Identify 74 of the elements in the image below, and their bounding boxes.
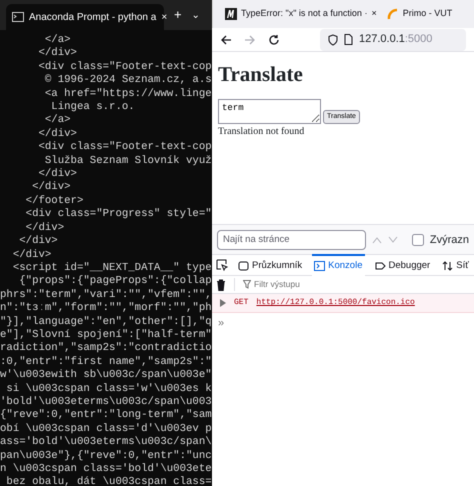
- terminal-line: <div class="Progress" style=": [24, 208, 212, 222]
- terminal-line: </div>: [37, 47, 78, 61]
- terminal-line: </a>: [44, 114, 72, 128]
- terminal-line: © 1996-2024 Seznam.cz, a.s: [44, 74, 212, 88]
- devtools-tab[interactable]: Průzkumník: [236, 254, 304, 276]
- close-button[interactable]: ×: [161, 10, 168, 24]
- prompt-symbol[interactable]: »: [218, 317, 224, 330]
- browser-tab[interactable]: Primo - VUT: [382, 2, 456, 26]
- terminal-line: </div>: [37, 168, 78, 181]
- console-icon: [314, 260, 326, 272]
- back-icon[interactable]: [220, 34, 232, 46]
- filter-field[interactable]: Filtr výstupu: [234, 278, 300, 292]
- terminal-tab[interactable]: Anaconda Prompt - python a ×: [6, 4, 164, 30]
- terminal-line: si \u003cspan class='w'\u003es k: [5, 382, 212, 396]
- devtools-tab[interactable]: Síť: [440, 254, 471, 276]
- url-text: 127.0.0.1:5000: [359, 32, 432, 48]
- tag-icon: [374, 260, 386, 272]
- terminal-icon: [12, 12, 24, 22]
- page-heading: Translate: [218, 62, 304, 88]
- request-method: GET: [234, 297, 248, 310]
- terminal-line: {"reve":0,"entr":"long-term","sam: [0, 409, 212, 423]
- devtools-tab[interactable]: Debugger: [372, 254, 432, 276]
- arc-icon: [386, 8, 399, 20]
- tab-title: Anaconda Prompt - python a: [29, 10, 156, 24]
- url-link[interactable]: http://127.0.0.1:5000/favicon.ico: [256, 297, 415, 310]
- text-area[interactable]: term: [218, 99, 321, 124]
- close-button[interactable]: ×: [371, 7, 377, 21]
- terminal-line: obí \u003cspan class='d'\u003ev p: [0, 422, 212, 436]
- terminal-line: <a href="https://www.linge: [44, 88, 212, 101]
- address-bar[interactable]: 127.0.0.1:5000: [320, 28, 466, 50]
- site-icon: [225, 8, 237, 20]
- find-field[interactable]: Najít na stránce: [217, 230, 366, 250]
- terminal-line: radiction","samp2s":"contradictio: [0, 342, 212, 356]
- terminal-line: </div>: [31, 181, 72, 195]
- square-icon: [238, 260, 249, 272]
- checkbox-label: Zvýrazn: [430, 232, 469, 248]
- dropdown-button[interactable]: ⌄: [192, 8, 200, 22]
- terminal-line: e"],"Slovní spojení":["half-term": [0, 328, 212, 342]
- terminal-line: </div>: [37, 128, 78, 141]
- new-tab-button[interactable]: +: [168, 5, 188, 25]
- devtools-tab[interactable]: Konzole: [312, 254, 364, 276]
- terminal-line: <script id="__NEXT_DATA__" type: [12, 262, 212, 275]
- terminal-line: w'\u003ewith sb\u003c/span\u003e": [0, 369, 212, 383]
- terminal-line: "}],"language":"en","other":[],"q: [0, 316, 212, 329]
- filter-icon: [243, 280, 251, 290]
- result-message: Translation not found: [218, 125, 306, 140]
- terminal-line: </footer>: [24, 194, 84, 208]
- tab-title: TypeError: "x" is not a function ·: [241, 7, 368, 20]
- terminal-line: pan\u003e"},{"reve":0,"entr":"unc: [0, 450, 212, 463]
- browser-tab[interactable]: TypeError: "x" is not a function · ×: [221, 2, 381, 26]
- shield-icon: [328, 34, 338, 46]
- terminal-line: </div>: [12, 248, 52, 262]
- terminal-line: n \u003cspan class='bold'\u003ete: [0, 463, 212, 476]
- terminal-line: ass='bold'\u003eterms\u003c/span\: [0, 436, 212, 450]
- picker-icon[interactable]: [216, 259, 228, 272]
- terminal-line: Lingea s.r.o.: [50, 101, 136, 114]
- terminal-line: n":"tɜːm","form":"","morf":"","ph: [0, 302, 212, 316]
- terminal-line: {"props":{"pageProps":{"collap: [18, 275, 212, 289]
- checkbox[interactable]: [412, 234, 424, 246]
- page-icon: [344, 34, 353, 45]
- terminal-line: </a>: [44, 34, 72, 47]
- terminal-line: phrs":"term","vari":"","vfem":"",: [0, 288, 212, 302]
- terminal-line: </div>: [18, 235, 59, 248]
- terminal-line: 'bold'\u003eterms\u003c/span\u003: [0, 396, 212, 409]
- tab-title: Primo - VUT: [402, 7, 452, 20]
- expand-icon[interactable]: [220, 299, 226, 308]
- terminal-line: </div>: [24, 222, 66, 235]
- terminal-line: <div class="Footer-text-cop: [37, 60, 212, 74]
- arrows-icon: [442, 260, 454, 272]
- terminal-line: :0,"entr":"first name","samp2s":": [0, 356, 212, 369]
- reload-icon[interactable]: [268, 34, 280, 46]
- trash-icon[interactable]: [216, 278, 226, 291]
- terminal-line: <div class="Footer-text-cop: [37, 141, 212, 155]
- terminal-line: Služba Seznam Slovník využ: [44, 154, 212, 168]
